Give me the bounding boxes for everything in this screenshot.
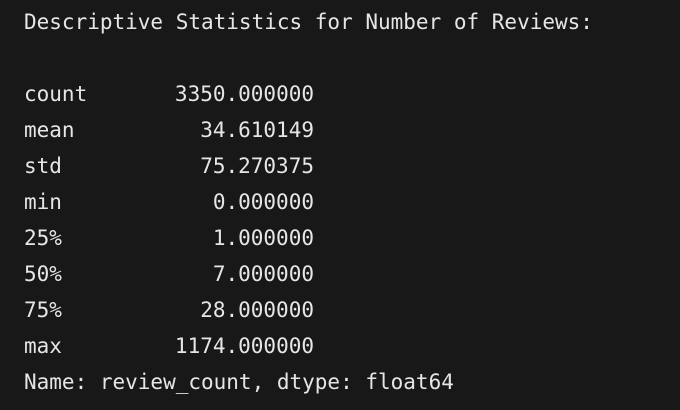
stat-row-max: max 1174.000000	[24, 328, 324, 364]
terminal-output: Descriptive Statistics for Number of Rev…	[0, 0, 680, 410]
stat-label: min	[24, 190, 62, 214]
stat-value: 3350.000000	[174, 82, 314, 106]
stat-label: max	[24, 334, 62, 358]
stat-label: count	[24, 82, 88, 106]
stat-label: 50%	[24, 262, 62, 286]
stat-value: 75.270375	[200, 154, 314, 178]
stat-value: 0.000000	[212, 190, 314, 214]
stat-row-75: 75% 28.000000	[24, 292, 324, 328]
stat-value: 7.000000	[212, 262, 314, 286]
stat-row-count: count 3350.000000	[24, 76, 324, 112]
stat-value: 34.610149	[200, 118, 314, 142]
stat-value: 1174.000000	[174, 334, 314, 358]
stat-row-mean: mean 34.610149	[24, 112, 324, 148]
stat-label: 75%	[24, 298, 62, 322]
stat-label: std	[24, 154, 62, 178]
series-info: Name: review_count, dtype: float64	[24, 370, 454, 394]
stat-row-25: 25% 1.000000	[24, 220, 324, 256]
stat-value: 1.000000	[212, 226, 314, 250]
stat-label: 25%	[24, 226, 62, 250]
output-title: Descriptive Statistics for Number of Rev…	[24, 10, 593, 34]
stat-row-min: min 0.000000	[24, 184, 324, 220]
stat-row-std: std 75.270375	[24, 148, 324, 184]
stat-value: 28.000000	[200, 298, 314, 322]
stat-row-50: 50% 7.000000	[24, 256, 324, 292]
stat-label: mean	[24, 118, 75, 142]
